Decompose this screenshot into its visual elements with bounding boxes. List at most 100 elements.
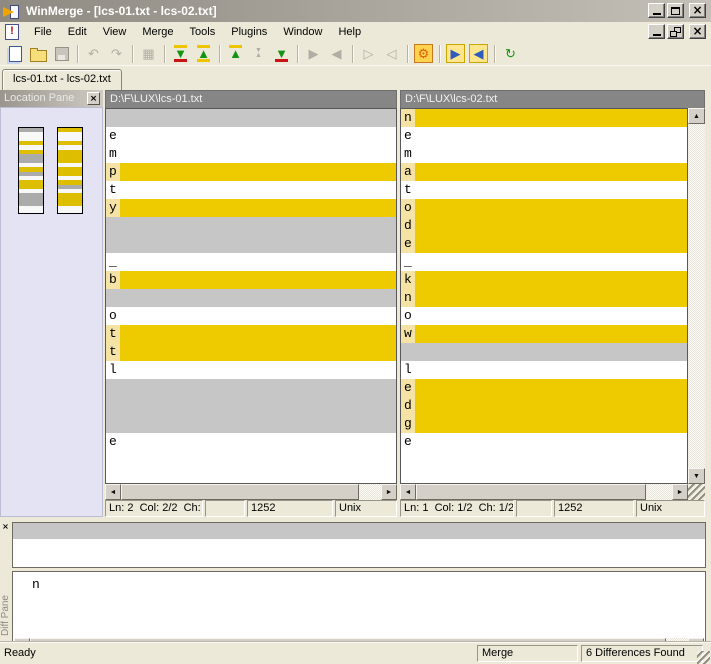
editor-line[interactable] <box>106 397 396 415</box>
menu-edit[interactable]: Edit <box>60 24 95 40</box>
editor-line[interactable]: t <box>401 181 687 199</box>
location-pane-close-button[interactable]: × <box>87 92 100 105</box>
previous-difference-button[interactable]: ▲ <box>192 43 215 64</box>
editor-line[interactable] <box>106 235 396 253</box>
toolbar-separator <box>297 44 298 63</box>
editor-line[interactable] <box>106 289 396 307</box>
menu-plugins[interactable]: Plugins <box>223 24 275 40</box>
editor-line[interactable]: o <box>106 307 396 325</box>
document-tab[interactable]: lcs-01.txt - lcs-02.txt <box>2 69 122 90</box>
left-pane-header[interactable]: D:\F\LUX\lcs-01.txt <box>105 90 397 108</box>
menu-view[interactable]: View <box>95 24 135 40</box>
minimize-button[interactable] <box>648 3 665 18</box>
menu-file[interactable]: File <box>26 24 60 40</box>
editor-line[interactable]: l <box>106 361 396 379</box>
refresh-button[interactable]: ↻ <box>499 43 522 64</box>
diff-pane-left-content[interactable] <box>12 522 706 568</box>
menu-help[interactable]: Help <box>330 24 369 40</box>
scroll-down-button[interactable]: ▼ <box>688 468 705 484</box>
toolbar-separator <box>352 44 353 63</box>
editor-line[interactable]: w <box>401 325 687 343</box>
editor-line[interactable] <box>106 379 396 397</box>
close-icon: × <box>89 93 98 104</box>
last-difference-button[interactable]: ▼ <box>270 43 293 64</box>
mdi-close-button[interactable]: × <box>689 24 706 39</box>
editor-line[interactable]: e <box>401 433 687 451</box>
options-button[interactable]: ⚙ <box>412 43 435 64</box>
editor-line[interactable]: b <box>106 271 396 289</box>
left-horizontal-scrollbar[interactable]: ◄ ► <box>105 484 397 500</box>
right-pane-header[interactable]: D:\F\LUX\lcs-02.txt <box>400 90 705 108</box>
location-map-right-column[interactable] <box>57 127 83 214</box>
editor-line[interactable]: k <box>401 271 687 289</box>
editor-line[interactable]: e <box>106 433 396 451</box>
diff-pane: × Diff Pane n ◄ ► <box>0 520 711 656</box>
scrollbar-track[interactable] <box>646 484 672 500</box>
document-system-menu-icon[interactable]: ! <box>5 24 19 40</box>
editor-line[interactable]: m <box>401 145 687 163</box>
editor-line[interactable]: g <box>401 415 687 433</box>
editor-line[interactable]: o <box>401 307 687 325</box>
editor-line[interactable]: e <box>401 379 687 397</box>
editor-line[interactable]: m <box>106 145 396 163</box>
editor-line[interactable]: n <box>401 289 687 307</box>
titlebar[interactable]: WinMerge - [lcs-01.txt - lcs-02.txt] × <box>0 0 711 22</box>
scroll-left-button[interactable]: ◄ <box>400 484 416 500</box>
copy-right-button[interactable]: ▶ <box>444 43 467 64</box>
editor-line[interactable]: _ <box>106 253 396 271</box>
next-conflict-icon: ▶ <box>308 46 319 61</box>
location-map-left-column[interactable] <box>18 127 44 214</box>
close-button[interactable]: × <box>689 3 706 18</box>
editor-line[interactable]: _ <box>401 253 687 271</box>
right-vertical-scrollbar[interactable]: ▲ ▼ <box>688 108 705 484</box>
scrollbar-thumb[interactable] <box>416 484 646 500</box>
next-conflict-button: ▶ <box>302 43 325 64</box>
right-horizontal-scrollbar[interactable]: ◄ ► <box>400 484 688 500</box>
editor-line[interactable]: n <box>401 109 687 127</box>
scroll-right-button[interactable]: ► <box>381 484 397 500</box>
editor-line[interactable]: t <box>106 181 396 199</box>
diff-pane-text: n <box>32 577 40 592</box>
new-file-button[interactable] <box>4 43 27 64</box>
location-pane-titlebar[interactable]: Location Pane × <box>0 90 103 107</box>
editor-line[interactable]: t <box>106 343 396 361</box>
editor-line[interactable]: l <box>401 361 687 379</box>
editor-line[interactable]: e <box>106 127 396 145</box>
editor-line[interactable]: t <box>106 325 396 343</box>
left-editor[interactable]: e m p t y _ b o t t l e <box>105 108 397 484</box>
mdi-restore-button[interactable] <box>667 24 684 39</box>
editor-line[interactable]: a <box>401 163 687 181</box>
scrollbar-track[interactable] <box>359 484 381 500</box>
scroll-up-button[interactable]: ▲ <box>688 108 705 124</box>
diff-pane-close-button[interactable]: × <box>0 521 11 532</box>
menu-tools[interactable]: Tools <box>182 24 224 40</box>
editor-line[interactable]: d <box>401 217 687 235</box>
menu-window[interactable]: Window <box>275 24 330 40</box>
scroll-right-button[interactable]: ► <box>672 484 688 500</box>
location-pane-map[interactable] <box>0 107 103 517</box>
open-button[interactable] <box>27 43 50 64</box>
scrollbar-track[interactable] <box>688 124 705 468</box>
editor-line[interactable] <box>106 415 396 433</box>
editor-line[interactable]: e <box>401 235 687 253</box>
editor-line[interactable]: y <box>106 199 396 217</box>
maximize-button[interactable] <box>667 3 684 18</box>
right-editor[interactable]: n e m a t o d e _ k n o w l e d g e <box>400 108 688 484</box>
editor-line[interactable] <box>106 217 396 235</box>
next-difference-button[interactable]: ▼ <box>169 43 192 64</box>
editor-line[interactable] <box>106 109 396 127</box>
scrollbar-thumb[interactable] <box>121 484 359 500</box>
refresh-icon: ↻ <box>505 46 516 61</box>
mdi-minimize-button[interactable] <box>648 24 665 39</box>
editor-line[interactable]: p <box>106 163 396 181</box>
editor-line[interactable] <box>401 343 687 361</box>
resize-grip[interactable] <box>697 651 710 664</box>
scroll-left-button[interactable]: ◄ <box>105 484 121 500</box>
editor-line[interactable]: d <box>401 397 687 415</box>
copy-left-button[interactable]: ◀ <box>467 43 490 64</box>
editor-line[interactable]: e <box>401 127 687 145</box>
editor-line[interactable]: o <box>401 199 687 217</box>
pane-resize-grip[interactable] <box>688 484 705 500</box>
menu-merge[interactable]: Merge <box>134 24 181 40</box>
first-difference-button[interactable]: ▲ <box>224 43 247 64</box>
